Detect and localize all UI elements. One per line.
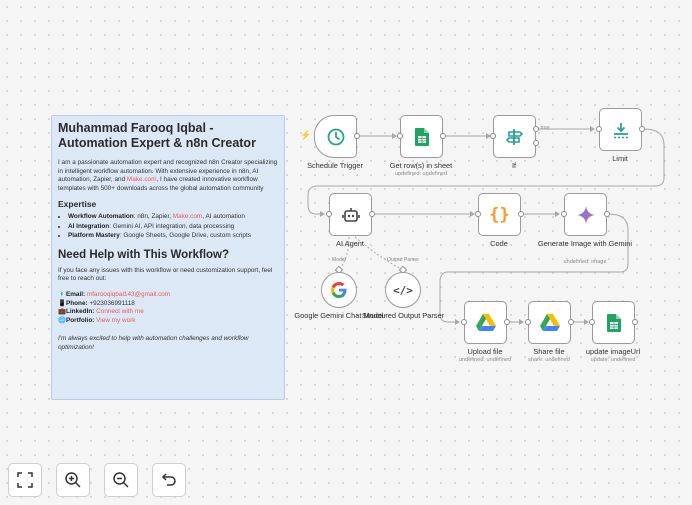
true-branch-label: true — [540, 125, 550, 131]
note-title: Muhammad Farooq Iqbal - Automation Exper… — [58, 121, 256, 150]
contact-email: 📧Email: mfarooqiqbal143@gmail.com — [58, 291, 171, 299]
google-icon — [331, 282, 347, 298]
node-schedule-trigger[interactable] — [314, 115, 357, 158]
input-port[interactable] — [596, 126, 602, 132]
node-subtitle: undefined: image — [563, 259, 607, 265]
clock-icon — [327, 128, 344, 145]
node-label: AI Agent — [336, 239, 364, 248]
output-port[interactable] — [440, 133, 446, 139]
google-drive-icon — [475, 313, 496, 331]
workflow-canvas[interactable]: Muhammad Farooq Iqbal - Automation Exper… — [0, 0, 692, 505]
output-port-false[interactable] — [533, 140, 539, 146]
fit-view-button[interactable] — [8, 463, 42, 497]
node-limit[interactable] — [599, 108, 642, 151]
node-gemini-chat-model[interactable] — [321, 272, 357, 308]
note-intro: I am a passionate automation expert and … — [58, 159, 278, 192]
make-link[interactable]: Make.com — [173, 213, 202, 220]
node-subtitle: undefined: undefined — [394, 171, 448, 177]
expertise-list: Workflow Automation: n8n, Zapier, Make.c… — [58, 212, 278, 241]
node-label: Generate Image with Gemini — [537, 239, 633, 248]
input-port[interactable] — [561, 211, 567, 217]
node-label: Code — [490, 239, 508, 248]
output-port[interactable] — [354, 133, 360, 139]
contact-portfolio: 🌐Portfolio: View my work — [58, 316, 136, 324]
node-upload-file[interactable] — [464, 301, 507, 344]
node-label: Schedule Trigger — [307, 161, 363, 170]
port-label-output-parser: Output Parser — [386, 257, 420, 263]
input-port[interactable] — [490, 133, 496, 139]
port-label-model: Model — [331, 257, 347, 263]
undo-button[interactable] — [152, 463, 186, 497]
trigger-bolt-icon: ⚡ — [300, 130, 312, 140]
output-port[interactable] — [518, 211, 524, 217]
sticky-note[interactable]: Muhammad Farooq Iqbal - Automation Exper… — [51, 115, 285, 400]
node-ai-agent[interactable] — [329, 193, 372, 236]
output-port[interactable] — [639, 126, 645, 132]
arrow-share — [519, 319, 524, 325]
output-port[interactable] — [632, 319, 638, 325]
node-label: Structured Output Parser — [361, 311, 445, 320]
node-share-file[interactable] — [528, 301, 571, 344]
input-port[interactable] — [525, 319, 531, 325]
input-port[interactable] — [397, 133, 403, 139]
input-port[interactable] — [589, 319, 595, 325]
node-label: Limit — [612, 154, 628, 163]
gemini-icon — [576, 205, 595, 224]
expertise-heading: Expertise — [58, 199, 97, 210]
help-heading: Need Help with This Workflow? — [58, 248, 230, 261]
input-port[interactable] — [326, 211, 332, 217]
make-link[interactable]: Make.com — [127, 176, 156, 183]
input-port[interactable] — [461, 319, 467, 325]
limit-icon — [613, 122, 628, 138]
help-text: If you face any issues with this workflo… — [58, 266, 273, 283]
node-get-rows[interactable] — [400, 115, 443, 158]
closing-text: I'm always excited to help with automati… — [58, 335, 249, 352]
node-label: If — [511, 161, 517, 170]
contact-phone: 📱Phone: +923036991118 — [58, 299, 135, 307]
code-brackets-icon: </> — [393, 283, 413, 297]
output-port[interactable] — [568, 319, 574, 325]
braces-icon: {} — [489, 204, 510, 225]
node-subtitle: update: undefined — [590, 357, 636, 363]
arrow-genimage — [555, 211, 560, 217]
expertise-item: Platform Mastery: Google Sheets, Google … — [68, 231, 278, 241]
zoom-in-icon — [65, 472, 81, 488]
node-update-imageurl[interactable] — [592, 301, 635, 344]
node-generate-image[interactable] — [564, 193, 607, 236]
output-port[interactable] — [504, 319, 510, 325]
robot-icon — [341, 207, 360, 222]
undo-icon — [161, 473, 176, 486]
zoom-in-button[interactable] — [56, 463, 90, 497]
google-sheets-icon — [414, 127, 429, 146]
arrow-upload — [455, 319, 460, 325]
arrow-limit — [590, 126, 595, 132]
node-code[interactable]: {} — [478, 193, 521, 236]
zoom-out-icon — [113, 472, 129, 488]
google-drive-icon — [539, 313, 560, 331]
node-label: update imageUrl — [585, 347, 641, 356]
google-sheets-icon — [606, 313, 621, 332]
expertise-item: AI Integration: Gemini AI, API integrati… — [68, 222, 278, 232]
arrow-agent — [320, 211, 325, 217]
node-structured-output-parser[interactable]: </> — [385, 272, 421, 308]
output-port[interactable] — [369, 211, 375, 217]
contact-linkedin: 💼LinkedIn: Connect with me — [58, 308, 144, 316]
node-label: Get row(s) in sheet — [389, 161, 453, 170]
node-if[interactable] — [493, 115, 536, 158]
zoom-out-button[interactable] — [104, 463, 138, 497]
expertise-item: Workflow Automation: n8n, Zapier, Make.c… — [68, 212, 278, 222]
output-port[interactable] — [604, 211, 610, 217]
input-port[interactable] — [475, 211, 481, 217]
fit-view-icon — [17, 472, 33, 488]
